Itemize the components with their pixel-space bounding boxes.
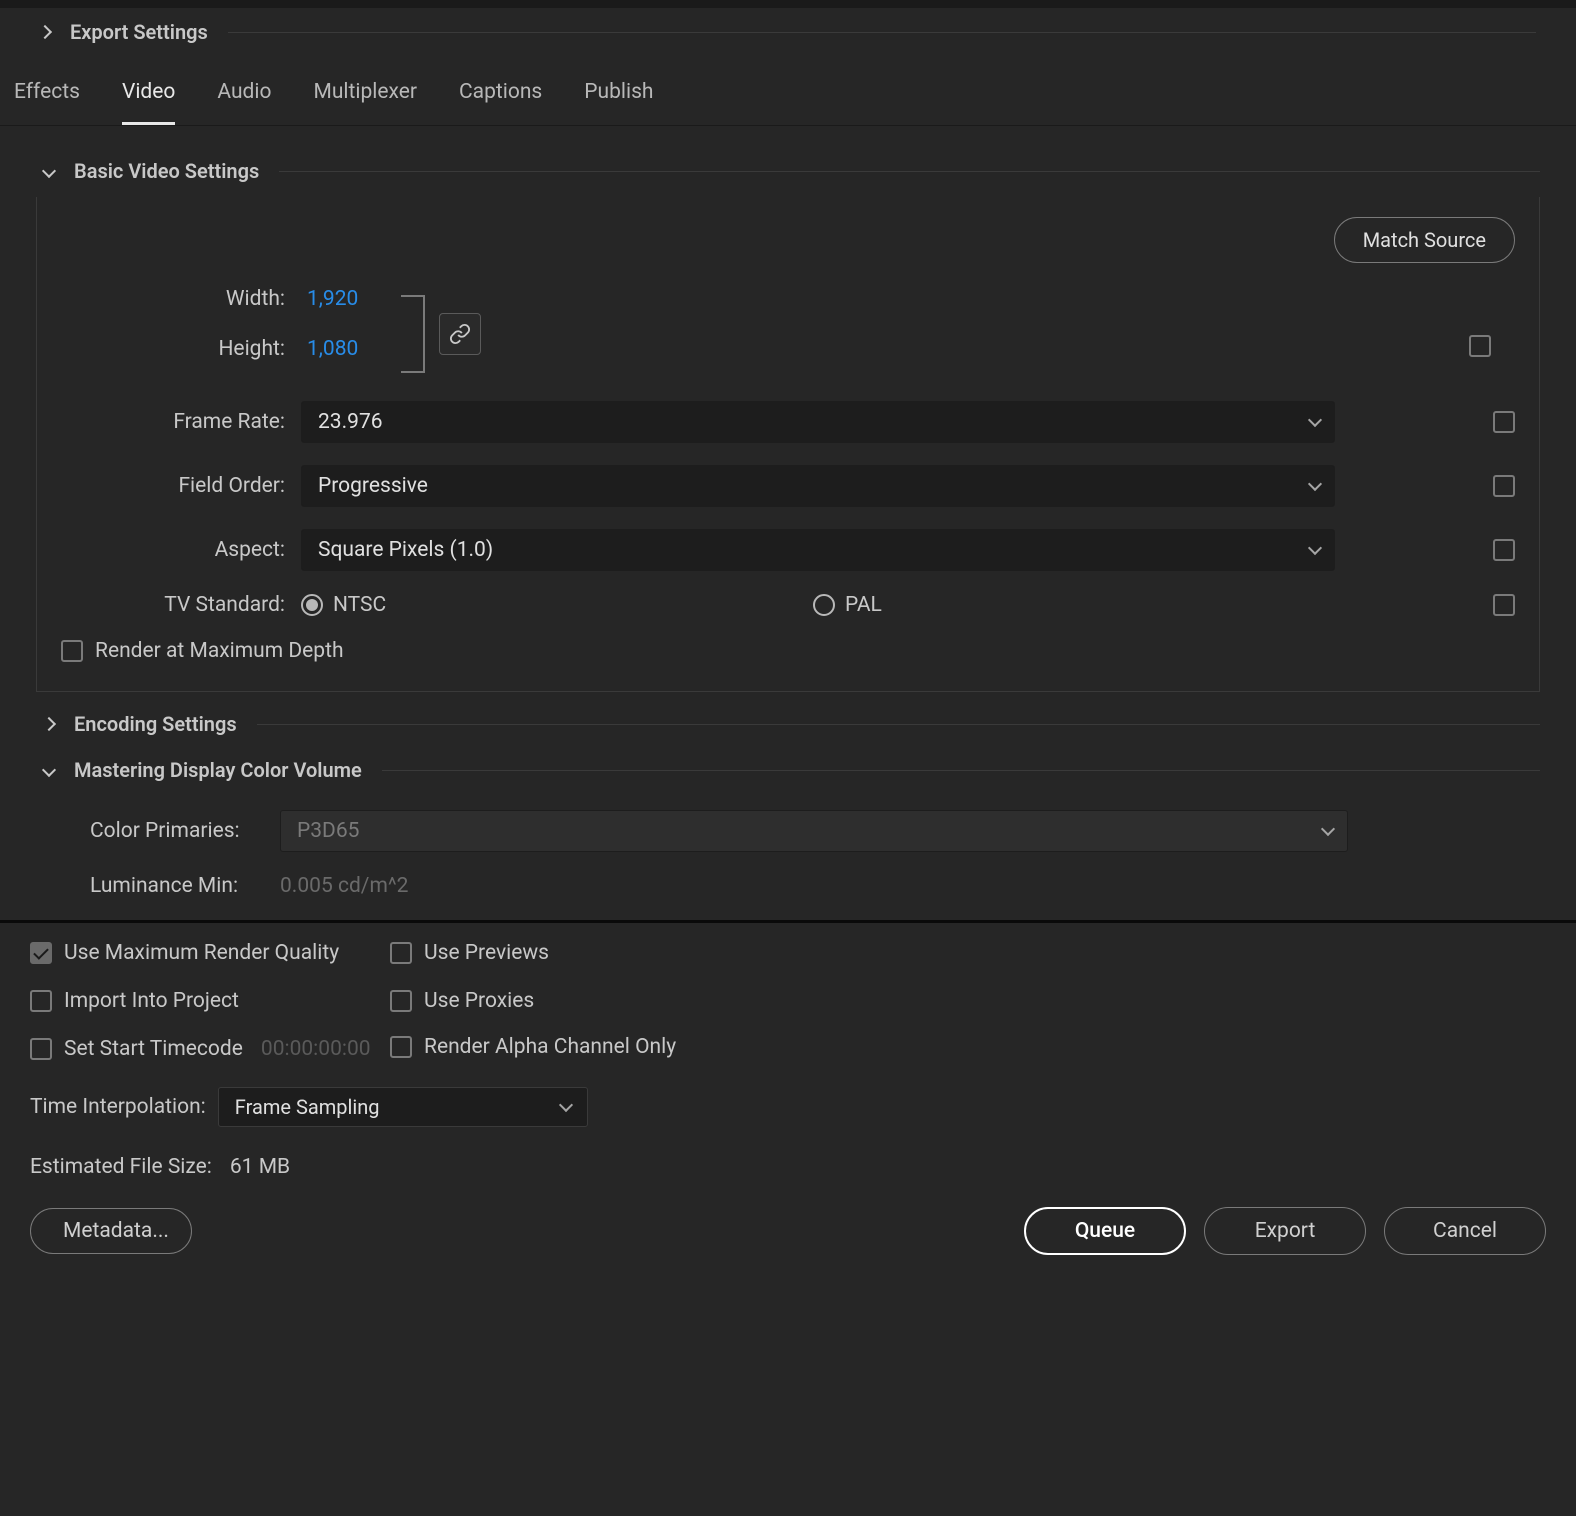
link-dimensions-button[interactable] — [439, 313, 481, 355]
radio-selected-icon — [301, 594, 323, 616]
import-into-project-checkbox[interactable] — [30, 990, 52, 1012]
chevron-down-icon — [1308, 541, 1322, 555]
time-interp-label: Time Interpolation: — [30, 1095, 206, 1119]
est-file-size-label: Estimated File Size: — [30, 1155, 212, 1179]
field-order-dropdown[interactable]: Progressive — [301, 465, 1335, 507]
render-alpha-row[interactable]: Render Alpha Channel Only — [390, 1033, 750, 1061]
tv-standard-match-checkbox[interactable] — [1493, 594, 1515, 616]
use-proxies-row[interactable]: Use Proxies — [390, 989, 750, 1013]
chevron-down-icon — [42, 763, 56, 777]
link-icon — [449, 323, 471, 345]
frame-rate-label: Frame Rate: — [61, 410, 301, 434]
render-max-depth-row[interactable]: Render at Maximum Depth — [61, 639, 1515, 663]
field-order-match-checkbox[interactable] — [1493, 475, 1515, 497]
chevron-down-icon — [1321, 822, 1335, 836]
tab-publish[interactable]: Publish — [584, 56, 653, 125]
frame-rate-match-checkbox[interactable] — [1493, 411, 1515, 433]
color-primaries-label: Color Primaries: — [60, 819, 280, 843]
metadata-button[interactable]: Metadata... — [30, 1208, 192, 1254]
tab-effects[interactable]: Effects — [14, 56, 80, 125]
tab-captions[interactable]: Captions — [459, 56, 542, 125]
chevron-down-icon — [559, 1098, 573, 1112]
tv-pal-radio[interactable]: PAL — [813, 593, 882, 617]
render-alpha-checkbox[interactable] — [390, 1036, 412, 1058]
wh-match-checkbox[interactable] — [1469, 335, 1491, 357]
aspect-label: Aspect: — [61, 538, 301, 562]
height-label: Height: — [61, 337, 301, 361]
tv-ntsc-radio[interactable]: NTSC — [301, 593, 813, 617]
width-value[interactable]: 1,920 — [301, 287, 358, 311]
color-primaries-dropdown[interactable]: P3D65 — [280, 810, 1348, 852]
aspect-dropdown[interactable]: Square Pixels (1.0) — [301, 529, 1335, 571]
mastering-box: Color Primaries: P3D65 Luminance Min: 0.… — [36, 796, 1540, 898]
mastering-header[interactable]: Mastering Display Color Volume — [36, 750, 1540, 796]
field-order-label: Field Order: — [61, 474, 301, 498]
chevron-right-icon — [42, 717, 56, 731]
chevron-right-icon — [38, 25, 52, 39]
luminance-min-value: 0.005 cd/m^2 — [280, 874, 408, 898]
basic-video-title: Basic Video Settings — [74, 159, 259, 183]
set-start-timecode-checkbox[interactable] — [30, 1038, 52, 1060]
chevron-down-icon — [1308, 413, 1322, 427]
tabs-bar: Effects Video Audio Multiplexer Captions… — [0, 56, 1576, 126]
luminance-min-label: Luminance Min: — [60, 874, 280, 898]
use-proxies-checkbox[interactable] — [390, 990, 412, 1012]
match-source-button[interactable]: Match Source — [1334, 217, 1515, 263]
queue-button[interactable]: Queue — [1024, 1207, 1186, 1255]
width-label: Width: — [61, 287, 301, 311]
est-file-size-value: 61 MB — [230, 1155, 290, 1179]
tab-video[interactable]: Video — [122, 56, 175, 125]
link-bracket — [401, 295, 425, 373]
mastering-title: Mastering Display Color Volume — [74, 758, 362, 782]
set-start-timecode-row[interactable]: Set Start Timecode 00:00:00:00 — [30, 1037, 390, 1061]
bottom-panel: Use Maximum Render Quality Use Previews … — [0, 920, 1576, 1279]
use-max-render-row[interactable]: Use Maximum Render Quality — [30, 941, 390, 965]
use-previews-row[interactable]: Use Previews — [390, 941, 750, 965]
use-previews-checkbox[interactable] — [390, 942, 412, 964]
render-max-depth-checkbox[interactable] — [61, 640, 83, 662]
tab-multiplexer[interactable]: Multiplexer — [313, 56, 417, 125]
use-max-render-checkbox[interactable] — [30, 942, 52, 964]
timecode-value: 00:00:00:00 — [261, 1037, 371, 1061]
export-settings-title: Export Settings — [70, 20, 208, 44]
cancel-button[interactable]: Cancel — [1384, 1207, 1546, 1255]
aspect-match-checkbox[interactable] — [1493, 539, 1515, 561]
export-button[interactable]: Export — [1204, 1207, 1366, 1255]
import-into-project-row[interactable]: Import Into Project — [30, 989, 390, 1013]
encoding-settings-title: Encoding Settings — [74, 712, 237, 736]
encoding-settings-header[interactable]: Encoding Settings — [36, 704, 1540, 750]
tv-standard-label: TV Standard: — [61, 593, 301, 617]
export-settings-header[interactable]: Export Settings — [0, 8, 1576, 56]
basic-video-header[interactable]: Basic Video Settings — [36, 151, 1540, 197]
time-interp-dropdown[interactable]: Frame Sampling — [218, 1087, 588, 1127]
basic-video-box: Match Source Width: 1,920 Height: 1,080 … — [36, 197, 1540, 692]
height-value[interactable]: 1,080 — [301, 337, 358, 361]
radio-icon — [813, 594, 835, 616]
tab-audio[interactable]: Audio — [217, 56, 271, 125]
frame-rate-dropdown[interactable]: 23.976 — [301, 401, 1335, 443]
chevron-down-icon — [42, 164, 56, 178]
chevron-down-icon — [1308, 477, 1322, 491]
